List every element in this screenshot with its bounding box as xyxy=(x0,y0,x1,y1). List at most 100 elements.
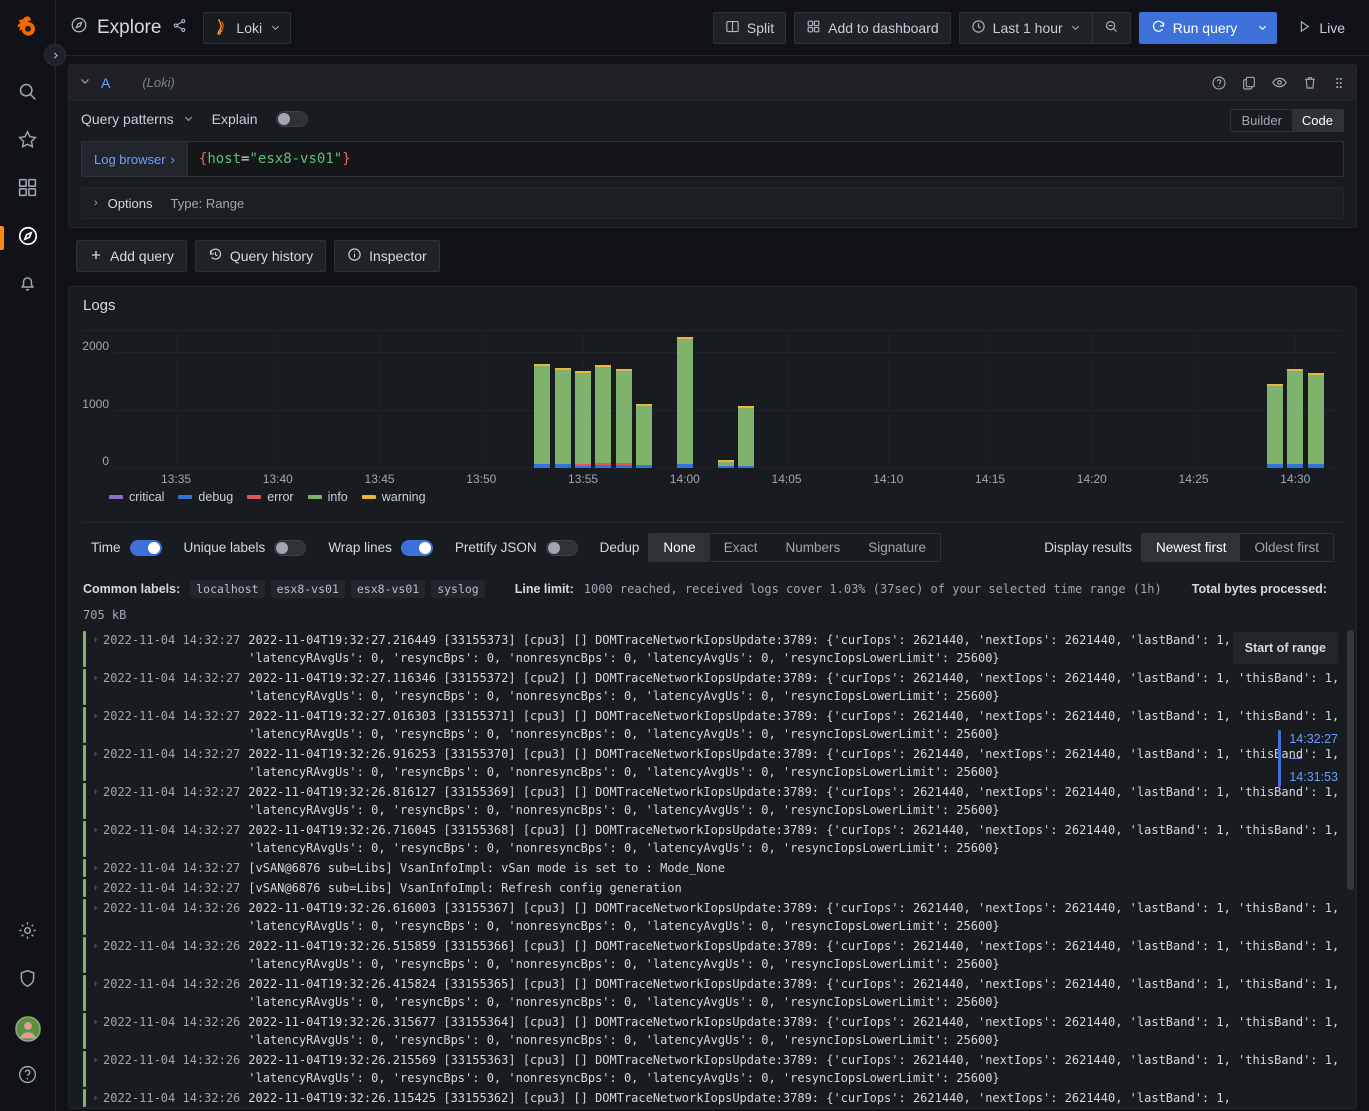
live-tailing-button[interactable]: Live xyxy=(1285,12,1357,44)
trash-icon[interactable] xyxy=(1302,75,1318,91)
time-range-picker[interactable]: Last 1 hour xyxy=(959,12,1093,44)
log-row-expand-icon[interactable]: › xyxy=(92,707,103,725)
sort-option-newest-first[interactable]: Newest first xyxy=(1142,534,1241,561)
log-row-expand-icon[interactable]: › xyxy=(92,879,103,897)
chart-bar[interactable] xyxy=(575,371,591,468)
wrap-lines-toggle[interactable] xyxy=(401,540,433,556)
log-row[interactable]: ›2022-11-04 14:32:272022-11-04T19:32:26.… xyxy=(83,782,1356,820)
log-row-expand-icon[interactable]: › xyxy=(92,937,103,955)
dedup-option-signature[interactable]: Signature xyxy=(854,534,940,561)
legend-item-critical[interactable]: critical xyxy=(109,490,164,504)
inspector-button[interactable]: Inspector xyxy=(334,240,440,272)
log-row-expand-icon[interactable]: › xyxy=(92,1051,103,1069)
chart-bar[interactable] xyxy=(1287,369,1303,468)
chart-bar[interactable] xyxy=(636,404,652,468)
chart-bar[interactable] xyxy=(718,460,734,468)
explain-toggle[interactable] xyxy=(276,111,308,127)
common-label-chip[interactable]: esx8-vs01 xyxy=(271,580,345,598)
query-options-row[interactable]: › Options Type: Range xyxy=(81,187,1344,219)
legend-item-error[interactable]: error xyxy=(247,490,293,504)
sidebar-item-starred[interactable] xyxy=(0,118,56,166)
time-toggle[interactable] xyxy=(130,540,162,556)
log-row[interactable]: ›2022-11-04 14:32:262022-11-04T19:32:26.… xyxy=(83,1050,1356,1088)
log-row[interactable]: ›2022-11-04 14:32:272022-11-04T19:32:26.… xyxy=(83,820,1356,858)
chart-bar[interactable] xyxy=(534,364,550,468)
log-row-expand-icon[interactable]: › xyxy=(92,821,103,839)
sidebar-item-search[interactable] xyxy=(0,70,56,118)
log-row-expand-icon[interactable]: › xyxy=(92,745,103,763)
prettify-json-toggle[interactable] xyxy=(546,540,578,556)
sidebar-item-dashboards[interactable] xyxy=(0,166,56,214)
log-row-expand-icon[interactable]: › xyxy=(92,783,103,801)
log-row[interactable]: ›2022-11-04 14:32:272022-11-04T19:32:26.… xyxy=(83,744,1356,782)
legend-item-warning[interactable]: warning xyxy=(362,490,426,504)
explore-scroll-area[interactable]: A (Loki) xyxy=(56,56,1369,1111)
log-row-expand-icon[interactable]: › xyxy=(92,859,103,877)
builder-mode-button[interactable]: Builder xyxy=(1231,110,1291,131)
log-browser-button[interactable]: Log browser › xyxy=(81,141,187,177)
run-query-options-button[interactable] xyxy=(1248,12,1277,44)
sidebar-item-user-profile[interactable] xyxy=(0,1005,56,1053)
run-query-button[interactable]: Run query xyxy=(1139,12,1250,44)
split-button[interactable]: Split xyxy=(713,12,786,44)
add-query-label: Add query xyxy=(110,248,174,264)
log-row[interactable]: ›2022-11-04 14:32:262022-11-04T19:32:26.… xyxy=(83,936,1356,974)
query-ref-id[interactable]: A xyxy=(101,75,110,91)
chart-bar[interactable] xyxy=(738,406,754,468)
log-row[interactable]: ›2022-11-04 14:32:262022-11-04T19:32:26.… xyxy=(83,1012,1356,1050)
dedup-option-none[interactable]: None xyxy=(649,534,709,561)
chart-bar[interactable] xyxy=(1308,373,1324,468)
log-row-expand-icon[interactable]: › xyxy=(92,899,103,917)
common-label-chip[interactable]: syslog xyxy=(431,580,485,598)
log-row[interactable]: ›2022-11-04 14:32:262022-11-04T19:32:26.… xyxy=(83,974,1356,1012)
datasource-picker[interactable]: Loki xyxy=(203,12,291,44)
chart-bar[interactable] xyxy=(595,365,611,468)
log-row[interactable]: ›2022-11-04 14:32:272022-11-04T19:32:27.… xyxy=(83,630,1356,668)
sort-option-oldest-first[interactable]: Oldest first xyxy=(1240,534,1333,561)
log-row-expand-icon[interactable]: › xyxy=(92,1013,103,1031)
log-row-expand-icon[interactable]: › xyxy=(92,975,103,993)
log-row[interactable]: ›2022-11-04 14:32:262022-11-04T19:32:26.… xyxy=(83,1088,1356,1108)
logs-scrollbar[interactable] xyxy=(1347,630,1354,1108)
sidebar-item-explore[interactable] xyxy=(0,214,56,262)
log-row-expand-icon[interactable]: › xyxy=(92,631,103,649)
log-row[interactable]: ›2022-11-04 14:32:27[vSAN@6876 sub=Libs]… xyxy=(83,858,1356,878)
eye-icon[interactable] xyxy=(1271,74,1288,91)
common-label-chip[interactable]: esx8-vs01 xyxy=(351,580,425,598)
add-to-dashboard-button[interactable]: Add to dashboard xyxy=(794,12,951,44)
unique-labels-toggle[interactable] xyxy=(274,540,306,556)
logs-scrollbar-thumb[interactable] xyxy=(1347,630,1354,890)
legend-item-info[interactable]: info xyxy=(308,490,348,504)
query-patterns-button[interactable]: Query patterns xyxy=(81,111,194,127)
log-row[interactable]: ›2022-11-04 14:32:272022-11-04T19:32:27.… xyxy=(83,668,1356,706)
copy-icon[interactable] xyxy=(1241,75,1257,91)
logs-histogram[interactable]: 010002000 13:3513:4013:4513:5013:5514:00… xyxy=(69,316,1356,516)
log-row[interactable]: ›2022-11-04 14:32:272022-11-04T19:32:27.… xyxy=(83,706,1356,744)
sidebar-item-server-admin[interactable] xyxy=(0,957,56,1005)
sidebar-item-help[interactable] xyxy=(0,1053,56,1101)
chart-bar[interactable] xyxy=(1267,384,1283,468)
query-history-button[interactable]: Query history xyxy=(195,240,326,272)
log-row-expand-icon[interactable]: › xyxy=(92,669,103,687)
log-row[interactable]: ›2022-11-04 14:32:27[vSAN@6876 sub=Libs]… xyxy=(83,878,1356,898)
sidebar-item-alerting[interactable] xyxy=(0,262,56,310)
log-row-expand-icon[interactable]: › xyxy=(92,1089,103,1107)
legend-item-debug[interactable]: debug xyxy=(178,490,233,504)
query-expression-input[interactable]: {host="esx8-vs01"} xyxy=(187,141,1344,177)
dedup-option-exact[interactable]: Exact xyxy=(710,534,772,561)
collapse-query-icon[interactable] xyxy=(79,74,91,92)
common-label-chip[interactable]: localhost xyxy=(190,580,264,598)
code-mode-button[interactable]: Code xyxy=(1292,110,1343,131)
share-nodes-icon[interactable] xyxy=(172,17,187,39)
drag-handle-icon[interactable] xyxy=(1332,75,1346,91)
chart-bar[interactable] xyxy=(555,368,571,468)
chart-bar[interactable] xyxy=(616,369,632,468)
expand-sidebar-button[interactable] xyxy=(44,44,66,66)
zoom-out-button[interactable] xyxy=(1092,12,1131,44)
dedup-option-numbers[interactable]: Numbers xyxy=(771,534,854,561)
chart-bar[interactable] xyxy=(677,337,693,468)
log-row[interactable]: ›2022-11-04 14:32:262022-11-04T19:32:26.… xyxy=(83,898,1356,936)
sidebar-item-configuration[interactable] xyxy=(0,909,56,957)
add-query-button[interactable]: Add query xyxy=(76,240,187,272)
help-icon[interactable] xyxy=(1211,75,1227,91)
